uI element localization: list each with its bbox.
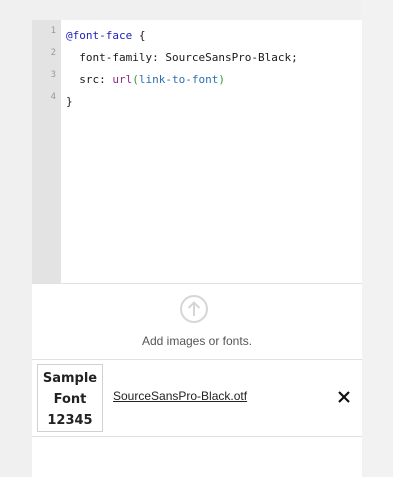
thumbnail-text: 12345 [47,413,93,428]
code-line: } [66,95,73,108]
code-paren: ( [132,73,139,86]
empty-file-slot [32,437,362,477]
code-text: { [132,29,146,42]
file-name-link[interactable]: SourceSansPro-Black.otf [113,389,247,403]
code-argument: link-to-font [138,73,219,86]
line-number: 4 [50,92,56,102]
font-upload-panel: 1 2 3 4 @font-face { font-family: Source… [32,20,362,477]
line-number: 3 [50,70,56,80]
upload-arrow-icon[interactable] [180,295,208,323]
scrollbar-track[interactable] [361,0,393,477]
code-line: @font-face { [66,29,145,42]
code-line: src: url(link-to-font) [66,73,225,86]
code-property: src: [66,73,113,86]
uploaded-file-row: Sample Font 12345 SourceSansPro-Black.ot… [32,360,362,436]
thumbnail-text: Font [53,392,87,407]
code-paren: ) [218,73,225,86]
close-icon[interactable] [336,389,352,405]
css-code-editor[interactable]: 1 2 3 4 @font-face { font-family: Source… [32,20,362,283]
code-function: url [112,73,133,86]
thumbnail-text: Sample [42,371,98,386]
upload-label: Add images or fonts. [141,334,253,348]
font-preview-thumbnail: Sample Font 12345 [37,364,103,432]
code-text: } [66,95,73,108]
code-text: font-family: SourceSansPro-Black; [66,51,298,64]
line-number: 1 [50,26,56,36]
line-number-gutter: 1 2 3 4 [32,20,61,283]
code-at-rule: @font-face [66,29,133,42]
code-line: font-family: SourceSansPro-Black; [66,51,298,64]
line-number: 2 [50,48,56,58]
upload-dropzone[interactable]: Add images or fonts. [32,284,362,359]
